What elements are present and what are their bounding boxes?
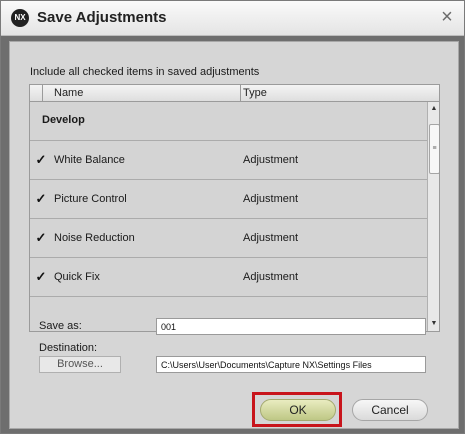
item-name: Noise Reduction bbox=[54, 232, 135, 244]
checkbox[interactable]: ✓ bbox=[34, 192, 48, 206]
item-type: Adjustment bbox=[243, 232, 299, 244]
cancel-button[interactable]: Cancel bbox=[352, 399, 428, 421]
list-item[interactable]: ✓ Noise Reduction Adjustment bbox=[30, 219, 427, 258]
checkbox[interactable]: ✓ bbox=[34, 231, 48, 245]
list-item[interactable]: ✓ Picture Control Adjustment bbox=[30, 180, 427, 219]
item-name: White Balance bbox=[54, 154, 125, 166]
checkbox[interactable]: ✓ bbox=[34, 153, 48, 167]
scroll-down-icon[interactable]: ▼ bbox=[428, 317, 439, 331]
item-name: Quick Fix bbox=[54, 271, 100, 283]
ok-button-highlight bbox=[252, 392, 342, 427]
adjustments-list: Name Type Develop ✓ White Balance Adjust… bbox=[29, 84, 440, 332]
browse-button[interactable]: Browse... bbox=[39, 356, 121, 373]
save-as-input[interactable]: 001 bbox=[156, 318, 426, 335]
column-divider bbox=[240, 85, 241, 101]
item-type: Adjustment bbox=[243, 193, 299, 205]
destination-path-field[interactable]: C:\Users\User\Documents\Capture NX\Setti… bbox=[156, 356, 426, 373]
name-column-header[interactable]: Name bbox=[54, 87, 83, 99]
list-item[interactable]: ✓ Quick Fix Adjustment bbox=[30, 258, 427, 297]
scroll-thumb[interactable]: ≡ bbox=[429, 124, 439, 174]
destination-label: Destination: bbox=[39, 342, 98, 354]
list-header: Name Type bbox=[30, 85, 439, 102]
title-bar: NX Save Adjustments × bbox=[1, 1, 464, 36]
list-scrollbar[interactable]: ▲ ≡ ▼ bbox=[427, 102, 439, 331]
dialog-body: Include all checked items in saved adjus… bbox=[9, 41, 459, 429]
item-type: Adjustment bbox=[243, 154, 299, 166]
group-label: Develop bbox=[42, 114, 85, 126]
scroll-up-icon[interactable]: ▲ bbox=[428, 102, 439, 116]
dialog-title: Save Adjustments bbox=[37, 9, 167, 26]
item-name: Picture Control bbox=[54, 193, 127, 205]
instruction-text: Include all checked items in saved adjus… bbox=[30, 66, 260, 78]
item-type: Adjustment bbox=[243, 271, 299, 283]
type-column-header[interactable]: Type bbox=[243, 87, 267, 99]
list-item[interactable]: ✓ White Balance Adjustment bbox=[30, 141, 427, 180]
capture-nx-app-icon: NX bbox=[11, 9, 29, 27]
save-as-label: Save as: bbox=[39, 320, 82, 332]
close-icon[interactable]: × bbox=[437, 7, 457, 27]
checkbox[interactable]: ✓ bbox=[34, 270, 48, 284]
group-row-develop[interactable]: Develop bbox=[30, 102, 427, 141]
save-adjustments-dialog: NX Save Adjustments × Include all checke… bbox=[0, 0, 465, 434]
checkbox-column-header bbox=[30, 85, 43, 101]
